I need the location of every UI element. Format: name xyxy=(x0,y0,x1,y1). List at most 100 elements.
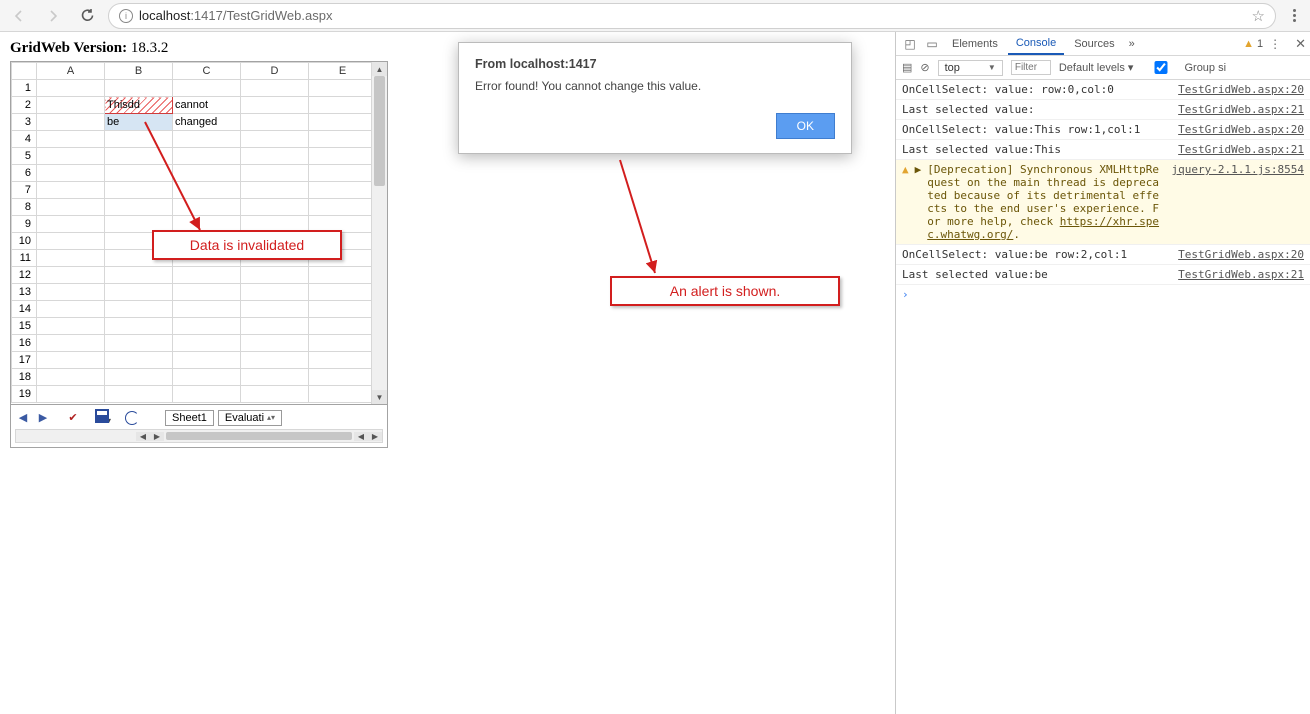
grid-cell[interactable] xyxy=(173,386,241,403)
save-icon[interactable]: ▾ xyxy=(95,409,111,426)
console-source-link[interactable]: TestGridWeb.aspx:21 xyxy=(1178,268,1304,281)
grid-cell[interactable] xyxy=(309,267,372,284)
group-similar-checkbox[interactable]: Group si xyxy=(1141,61,1226,74)
row-header[interactable]: 6 xyxy=(12,165,37,182)
grid-cell[interactable] xyxy=(241,80,309,97)
scroll-up-button[interactable]: ▲ xyxy=(372,62,387,76)
alert-ok-button[interactable]: OK xyxy=(776,113,835,139)
row-header[interactable]: 11 xyxy=(12,250,37,267)
row-header[interactable]: 5 xyxy=(12,148,37,165)
console-source-link[interactable]: TestGridWeb.aspx:20 xyxy=(1178,83,1304,96)
site-info-icon[interactable]: i xyxy=(119,9,133,23)
sheet-tab-sheet1[interactable]: Sheet1 xyxy=(165,410,214,426)
row-header[interactable]: 12 xyxy=(12,267,37,284)
grid-cell[interactable] xyxy=(241,165,309,182)
devtools-menu-icon[interactable]: ⋮ xyxy=(1265,37,1285,51)
row-header[interactable]: 10 xyxy=(12,233,37,250)
sheet-tab-evaluation[interactable]: Evaluati▴▾ xyxy=(218,410,282,426)
bookmark-star-icon[interactable]: ☆ xyxy=(1252,7,1265,25)
grid-cell[interactable] xyxy=(37,97,105,114)
grid-cell[interactable] xyxy=(241,199,309,216)
grid-cell[interactable] xyxy=(105,165,173,182)
grid-cell[interactable] xyxy=(309,318,372,335)
row-header[interactable]: 3 xyxy=(12,114,37,131)
grid-cell[interactable] xyxy=(241,267,309,284)
reload-button[interactable] xyxy=(74,3,100,29)
grid-cell[interactable] xyxy=(241,148,309,165)
tab-elements[interactable]: Elements xyxy=(944,34,1006,54)
row-header[interactable]: 1 xyxy=(12,80,37,97)
grid-cell[interactable] xyxy=(105,386,173,403)
grid-cell[interactable] xyxy=(105,80,173,97)
grid-cell[interactable] xyxy=(241,97,309,114)
address-bar[interactable]: i localhost:1417/TestGridWeb.aspx ☆ xyxy=(108,3,1276,29)
grid-cell[interactable] xyxy=(309,284,372,301)
grid-cell[interactable] xyxy=(241,301,309,318)
grid-cell[interactable] xyxy=(309,80,372,97)
grid-cell[interactable] xyxy=(173,148,241,165)
grid-cell[interactable] xyxy=(241,131,309,148)
row-header[interactable]: 4 xyxy=(12,131,37,148)
grid-cell[interactable] xyxy=(37,386,105,403)
row-header[interactable]: 16 xyxy=(12,335,37,352)
scroll-down-button[interactable]: ▼ xyxy=(372,390,387,404)
grid-cell[interactable] xyxy=(105,335,173,352)
col-header[interactable]: E xyxy=(309,63,372,80)
grid-cell[interactable] xyxy=(309,199,372,216)
grid-cell[interactable] xyxy=(37,165,105,182)
tab-console[interactable]: Console xyxy=(1008,33,1064,55)
grid-cell[interactable] xyxy=(173,284,241,301)
log-levels-selector[interactable]: Default levels ▾ xyxy=(1059,61,1134,74)
inspect-icon[interactable]: ◰ xyxy=(900,37,920,51)
console-source-link[interactable]: TestGridWeb.aspx:21 xyxy=(1178,103,1304,116)
col-header[interactable]: A xyxy=(37,63,105,80)
grid-cell[interactable] xyxy=(241,335,309,352)
grid-cell[interactable] xyxy=(241,182,309,199)
grid-cell[interactable] xyxy=(105,199,173,216)
grid-cell[interactable] xyxy=(173,352,241,369)
grid-cell[interactable] xyxy=(309,114,372,131)
commit-icon[interactable]: ✔ xyxy=(65,410,81,426)
context-selector[interactable]: top▼ xyxy=(938,60,1003,76)
col-header[interactable]: C xyxy=(173,63,241,80)
console-filter-input[interactable] xyxy=(1011,60,1051,75)
console-source-link[interactable]: TestGridWeb.aspx:21 xyxy=(1178,143,1304,156)
grid-cell[interactable]: be xyxy=(105,114,173,131)
grid-cell[interactable] xyxy=(37,80,105,97)
grid-cell[interactable] xyxy=(37,131,105,148)
row-header[interactable]: 14 xyxy=(12,301,37,318)
grid-cell[interactable] xyxy=(309,148,372,165)
clear-console-icon[interactable]: ⊘ xyxy=(920,61,929,74)
grid-cell[interactable] xyxy=(309,165,372,182)
row-header[interactable]: 18 xyxy=(12,369,37,386)
console-link[interactable]: https://xhr.spec.whatwg.org/ xyxy=(927,215,1159,241)
nav-forward-button[interactable] xyxy=(40,3,66,29)
grid-cell[interactable] xyxy=(37,301,105,318)
grid-cell[interactable]: cannot xyxy=(173,97,241,114)
grid-horizontal-scrollbar[interactable]: ◀ ▶ ◀ ▶ xyxy=(15,429,383,443)
grid-cell[interactable] xyxy=(105,131,173,148)
row-header[interactable]: 2 xyxy=(12,97,37,114)
row-header[interactable]: 8 xyxy=(12,199,37,216)
grid-cell[interactable] xyxy=(241,352,309,369)
grid-cell[interactable] xyxy=(309,386,372,403)
grid-cell[interactable] xyxy=(37,199,105,216)
grid-cell[interactable] xyxy=(37,114,105,131)
browser-menu-button[interactable] xyxy=(1284,9,1304,22)
grid-cell[interactable] xyxy=(173,335,241,352)
row-header[interactable]: 15 xyxy=(12,318,37,335)
device-toggle-icon[interactable]: ▭ xyxy=(922,37,942,51)
grid-cell[interactable] xyxy=(241,114,309,131)
grid-cell[interactable] xyxy=(37,335,105,352)
row-header[interactable]: 7 xyxy=(12,182,37,199)
nav-back-button[interactable] xyxy=(6,3,32,29)
row-header[interactable]: 19 xyxy=(12,386,37,403)
grid-cell[interactable] xyxy=(173,369,241,386)
warning-count-badge[interactable]: ▲1 xyxy=(1243,38,1263,50)
scroll-thumb[interactable] xyxy=(374,76,385,186)
grid-cell[interactable] xyxy=(37,182,105,199)
grid-cell[interactable] xyxy=(105,267,173,284)
grid-cell[interactable] xyxy=(105,301,173,318)
grid-cell[interactable] xyxy=(309,97,372,114)
grid-cell[interactable] xyxy=(173,80,241,97)
